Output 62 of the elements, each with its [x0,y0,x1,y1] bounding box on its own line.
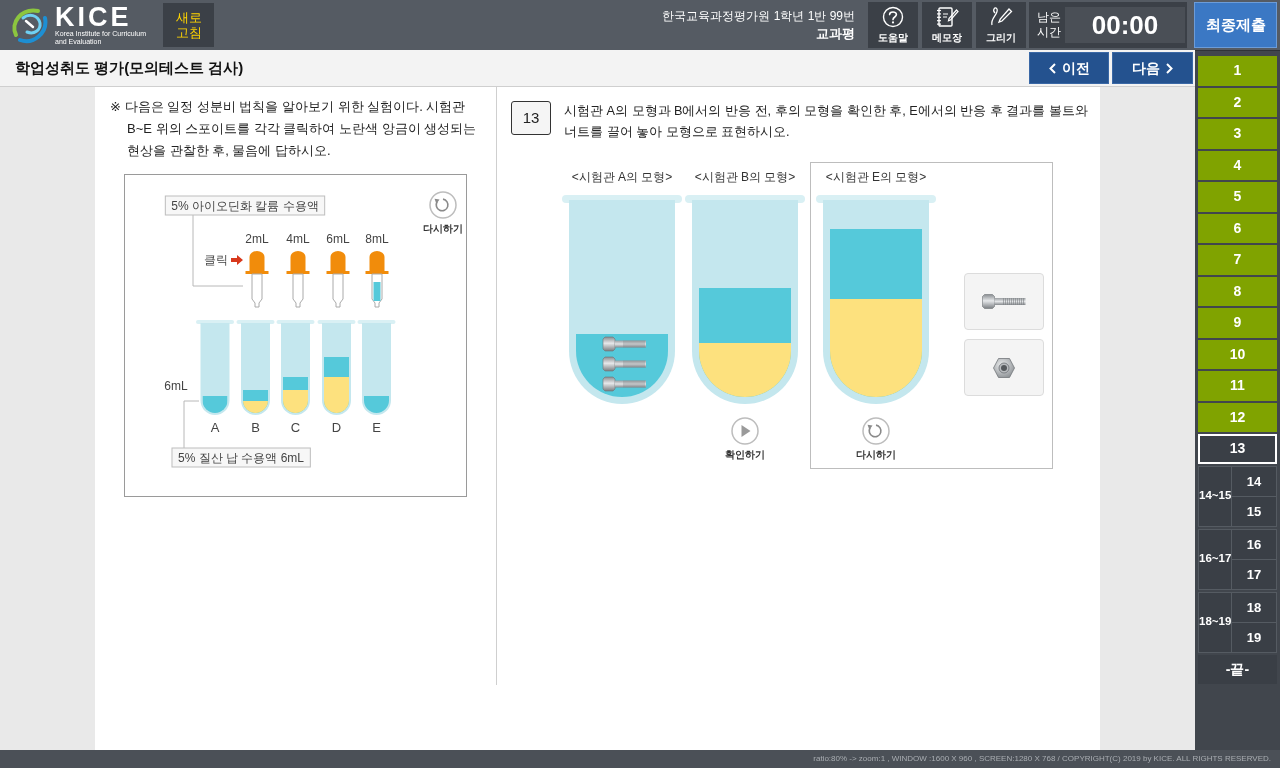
restart-icon [862,417,890,445]
pencil-icon [989,6,1013,28]
reagent-label: 5% 아이오딘화 칼륨 수용액 [164,195,326,216]
student-info: 한국교육과정평가원 1학년 1반 99번 [662,7,855,25]
bolt-tile[interactable] [964,273,1044,330]
question-text: 시험관 A의 모형과 B에서의 반응 전, 후의 모형을 확인한 후, E에서의 반응 후 결과를 볼트와 너트를 끌어 놓아 모형으로 표현하시오. [564,103,1089,141]
chevron-right-icon [1166,62,1173,74]
volume-label: 8mL [365,232,389,246]
restart-icon [429,191,457,219]
dropper[interactable] [245,251,269,308]
chevron-left-icon [1048,62,1056,74]
model-label: <시험관 A의 모형> [570,169,674,185]
model-label: <시험관 E의 모형> [824,169,928,185]
solution-label: 5% 질산 납 수용액 6mL [171,447,311,468]
refresh-button[interactable]: 새로 고침 [163,3,214,47]
nut-tile[interactable] [964,339,1044,396]
bolt-icon [602,376,646,392]
play-button[interactable]: 확인하기 [725,417,765,461]
question-nav-item[interactable]: 13 [1198,434,1277,464]
tube-label: A [210,419,220,435]
dropper[interactable] [286,251,310,308]
play-icon [731,417,759,445]
question-group-label[interactable]: 16~17 [1199,529,1232,589]
bolt-icon [602,356,646,372]
bolt-icon [982,294,1026,309]
logo-text: KICE [55,4,132,30]
model-label: <시험관 B의 모형> [693,169,797,185]
tube-label: B [251,419,260,435]
memo-button[interactable]: 메모장 [922,2,972,48]
draw-button[interactable]: 그리기 [976,2,1026,48]
help-icon [881,6,905,28]
page-title: 학업성취도 평가(모의테스트 검사) [15,57,244,78]
end-marker[interactable]: -끝- [1198,654,1277,684]
restart-button[interactable]: 다시하기 [423,191,463,234]
school-name: 교과평 [815,24,855,43]
volume-label: 4mL [286,232,310,246]
leader-line [183,400,200,449]
notepad-icon [935,6,959,28]
previous-button[interactable]: 이전 [1029,52,1109,84]
nut-icon [993,357,1015,378]
question-group-label[interactable]: 14~15 [1199,466,1232,526]
tube-label: D [331,419,342,435]
tube-label: C [290,419,301,435]
bolt-icon [602,336,646,352]
arrow-icon [231,255,243,265]
timer-value: 00:00 [1065,7,1185,43]
timer-label: 남은 시간 [1037,10,1062,40]
volume-label: 6mL [326,232,350,246]
help-button[interactable]: 도움말 [868,2,918,48]
dropper[interactable] [326,251,350,308]
dropper[interactable] [365,251,389,308]
passage-text: ※ 다음은 일정 성분비 법칙을 알아보기 위한 실험이다. 시험관 B~E 위의 스포이트를 각각 클릭하여 노란색 앙금이 생성되는 현상을 관찰한 후, 물음에 답하시오. [110,98,478,160]
restart-button[interactable]: 다시하기 [856,417,896,461]
question-number: 13 [511,101,551,135]
submit-button[interactable]: 최종제출 [1194,2,1277,48]
question-group-label[interactable]: 18~19 [1199,592,1232,652]
volume-label: 2mL [245,232,269,246]
tube-label: E [372,419,381,435]
click-hint: 클릭 [204,253,228,267]
next-button[interactable]: 다음 [1112,52,1193,84]
status-text: ratio:80% -> zoom:1 , WINDOW :1600 X 960 , SCREEN:1280 X 768 / COPYRIGHT(C) 2019 by KICE. ALL RIGHTS RESERVED. [812,753,1271,765]
volume-label: 6mL [164,379,188,393]
